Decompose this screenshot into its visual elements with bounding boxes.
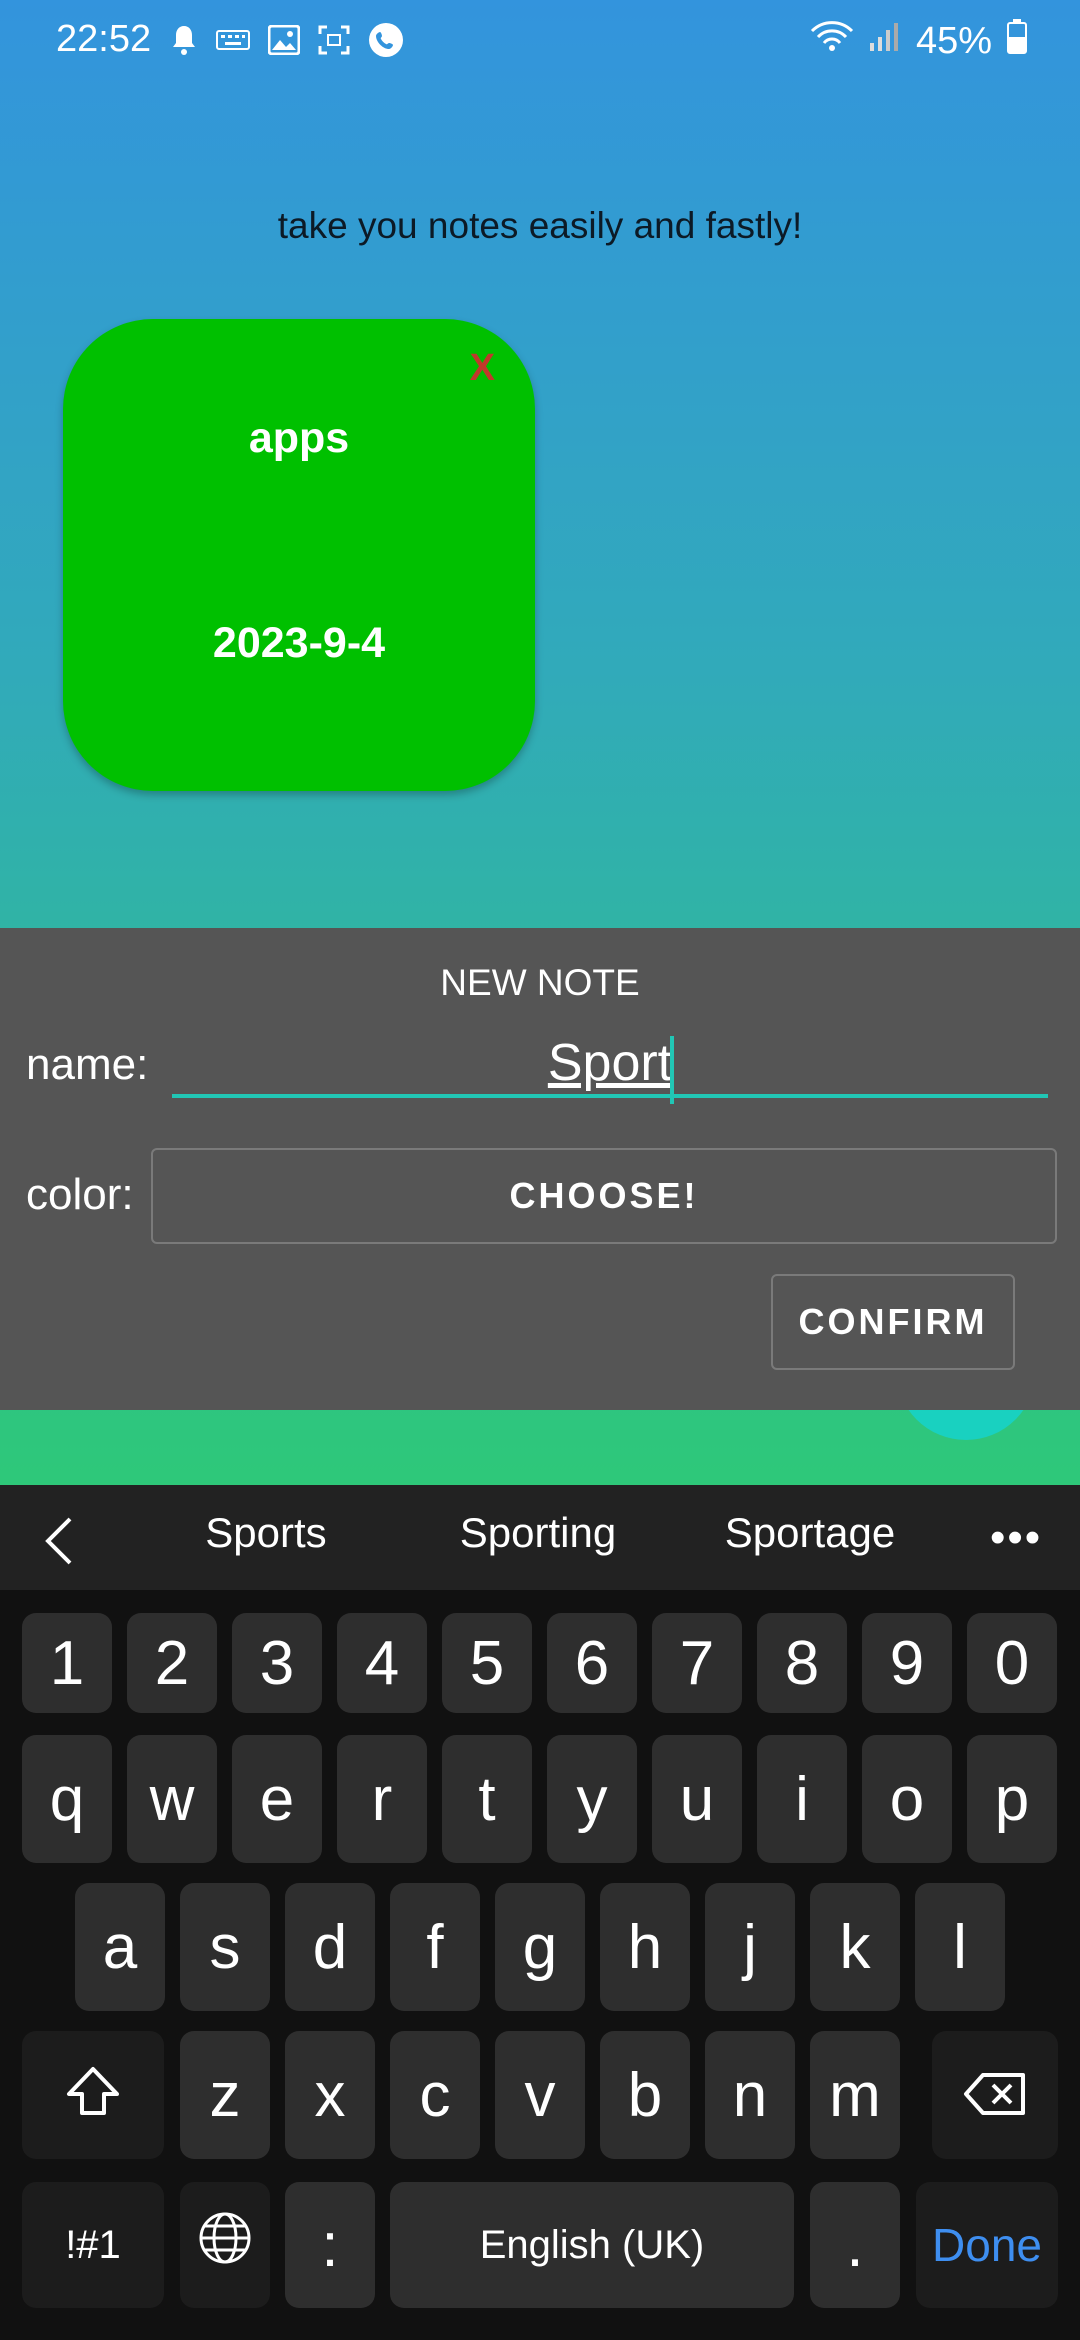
- wifi-icon: [810, 19, 854, 63]
- key-f[interactable]: f: [390, 1883, 480, 2011]
- alarm-bell-icon: [170, 24, 198, 56]
- more-options-icon[interactable]: •••: [990, 1513, 1042, 1563]
- key-t[interactable]: t: [442, 1735, 532, 1863]
- suggestion-item[interactable]: Sportage: [690, 1509, 930, 1557]
- note-date: 2023-9-4: [212, 619, 386, 667]
- space-key[interactable]: English (UK): [390, 2182, 794, 2308]
- dialog-title: NEW NOTE: [440, 962, 640, 1003]
- key-g[interactable]: g: [495, 1883, 585, 2011]
- key-v[interactable]: v: [495, 2031, 585, 2159]
- suggestion-bar: Sports Sporting Sportage •••: [0, 1485, 1080, 1590]
- key-d[interactable]: d: [285, 1883, 375, 2011]
- backspace-icon: [963, 2060, 1027, 2131]
- soft-keyboard: Sports Sporting Sportage ••• 1 2 3 4 5 6…: [0, 1485, 1080, 2340]
- confirm-button[interactable]: CONFIRM: [771, 1274, 1015, 1370]
- keyboard-icon: [216, 28, 250, 52]
- note-card[interactable]: X apps 2023-9-4: [63, 319, 535, 791]
- key-5[interactable]: 5: [442, 1613, 532, 1713]
- key-m[interactable]: m: [810, 2031, 900, 2159]
- key-1[interactable]: 1: [22, 1613, 112, 1713]
- key-6[interactable]: 6: [547, 1613, 637, 1713]
- key-p[interactable]: p: [967, 1735, 1057, 1863]
- color-label: color:: [26, 1170, 134, 1219]
- image-icon: [268, 25, 300, 55]
- colon-key[interactable]: :: [285, 2182, 375, 2308]
- period-key[interactable]: .: [810, 2182, 900, 2308]
- note-title: apps: [248, 414, 350, 462]
- key-h[interactable]: h: [600, 1883, 690, 2011]
- key-z[interactable]: z: [180, 2031, 270, 2159]
- phone-call-icon: [368, 22, 404, 58]
- language-key[interactable]: [180, 2182, 270, 2308]
- key-8[interactable]: 8: [757, 1613, 847, 1713]
- key-a[interactable]: a: [75, 1883, 165, 2011]
- key-n[interactable]: n: [705, 2031, 795, 2159]
- status-time: 22:52: [56, 18, 152, 60]
- signal-icon: [868, 20, 902, 63]
- globe-icon: [197, 2210, 253, 2281]
- suggestion-item[interactable]: Sports: [146, 1509, 386, 1557]
- key-4[interactable]: 4: [337, 1613, 427, 1713]
- key-s[interactable]: s: [180, 1883, 270, 2011]
- battery-icon: [1006, 18, 1028, 64]
- note-name-input[interactable]: [172, 1032, 1048, 1098]
- key-7[interactable]: 7: [652, 1613, 742, 1713]
- shift-key[interactable]: [22, 2031, 164, 2159]
- key-u[interactable]: u: [652, 1735, 742, 1863]
- key-r[interactable]: r: [337, 1735, 427, 1863]
- choose-color-button[interactable]: CHOOSE!: [151, 1148, 1057, 1244]
- key-b[interactable]: b: [600, 2031, 690, 2159]
- key-i[interactable]: i: [757, 1735, 847, 1863]
- symbols-key[interactable]: !#1: [22, 2182, 164, 2308]
- key-e[interactable]: e: [232, 1735, 322, 1863]
- key-0[interactable]: 0: [967, 1613, 1057, 1713]
- suggestion-item[interactable]: Sporting: [418, 1509, 658, 1557]
- new-note-dialog: NEW NOTE name: color: CHOOSE! CONFIRM: [0, 928, 1080, 1410]
- chevron-left-icon[interactable]: [44, 1517, 74, 1570]
- key-w[interactable]: w: [127, 1735, 217, 1863]
- key-y[interactable]: y: [547, 1735, 637, 1863]
- notification-icons: [170, 22, 404, 58]
- key-c[interactable]: c: [390, 2031, 480, 2159]
- key-l[interactable]: l: [915, 1883, 1005, 2011]
- key-q[interactable]: q: [22, 1735, 112, 1863]
- key-9[interactable]: 9: [862, 1613, 952, 1713]
- shift-arrow-icon: [65, 2060, 121, 2131]
- key-j[interactable]: j: [705, 1883, 795, 2011]
- screen-capture-icon: [318, 25, 350, 55]
- status-bar: 22:52 45%: [0, 0, 1080, 84]
- key-x[interactable]: x: [285, 2031, 375, 2159]
- key-2[interactable]: 2: [127, 1613, 217, 1713]
- app-tagline: take you notes easily and fastly!: [277, 205, 803, 246]
- key-3[interactable]: 3: [232, 1613, 322, 1713]
- battery-percent: 45%: [915, 19, 992, 62]
- note-delete-button[interactable]: X: [470, 347, 495, 390]
- key-k[interactable]: k: [810, 1883, 900, 2011]
- backspace-key[interactable]: [932, 2031, 1058, 2159]
- name-label: name:: [26, 1040, 149, 1089]
- status-right: 45%: [810, 18, 1028, 64]
- done-key[interactable]: Done: [916, 2182, 1058, 2308]
- text-cursor: [670, 1036, 674, 1104]
- key-o[interactable]: o: [862, 1735, 952, 1863]
